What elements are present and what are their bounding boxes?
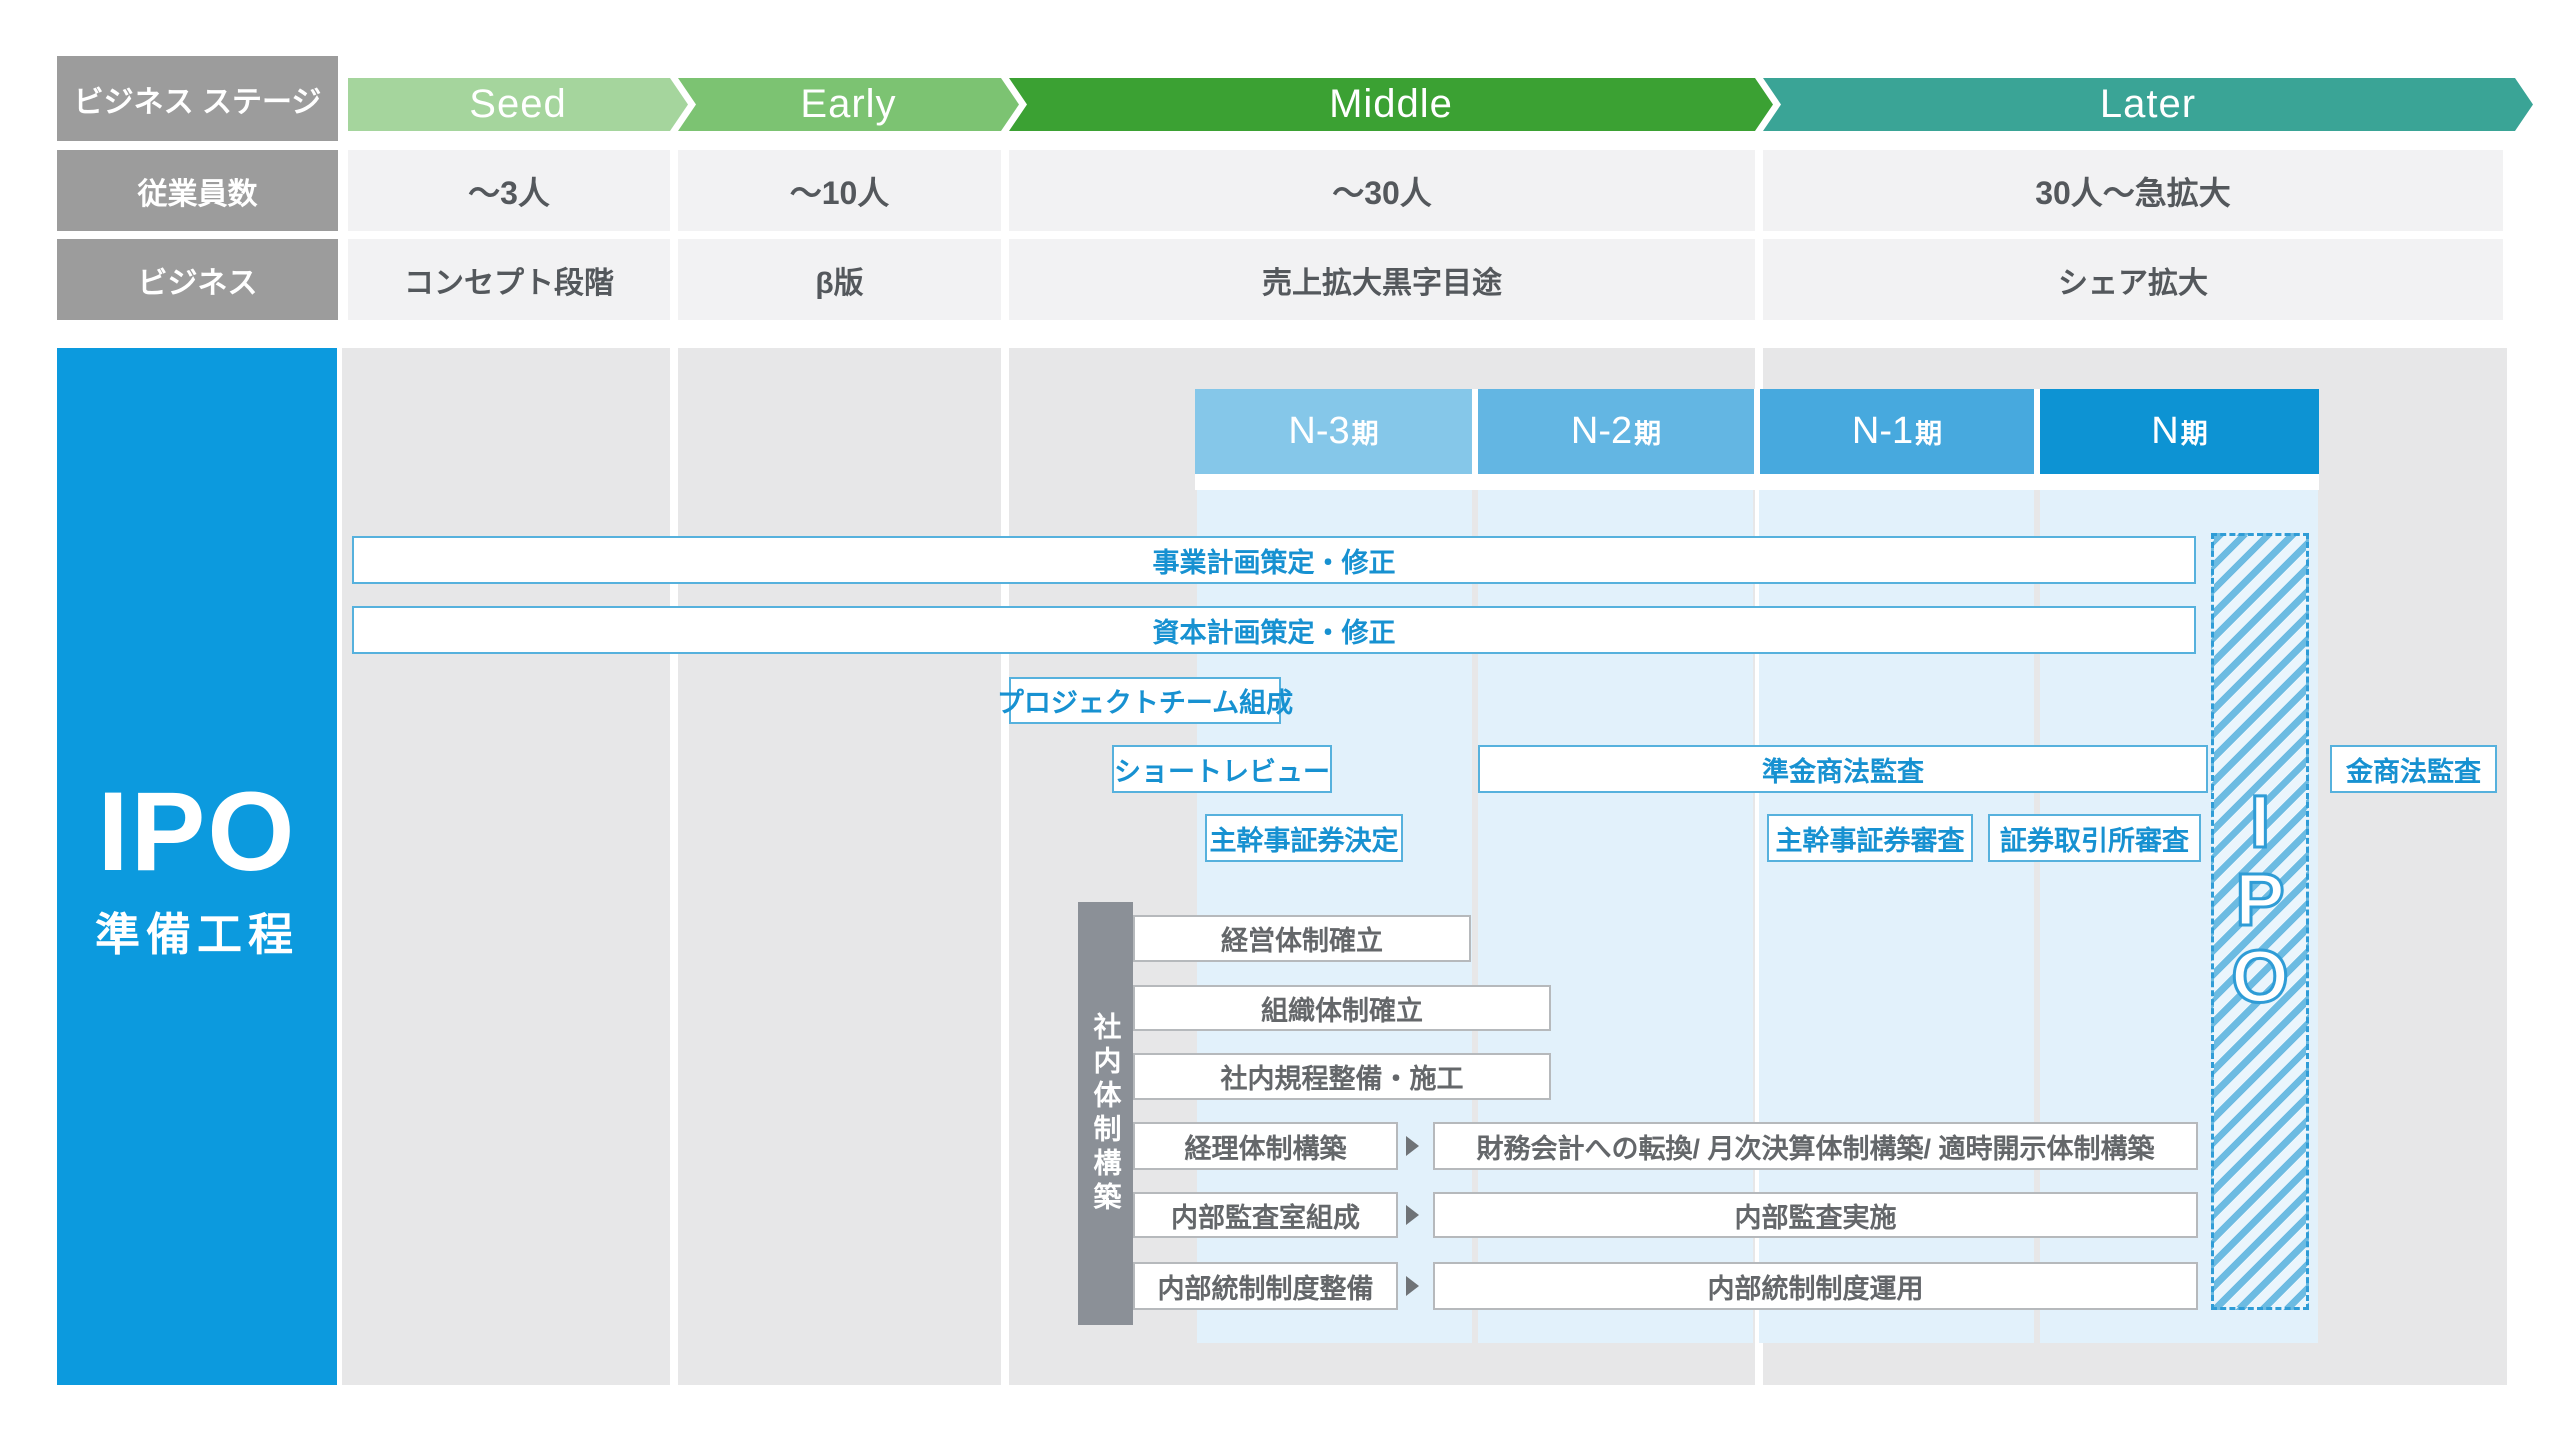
flow-arrow-icon: [1406, 1276, 1419, 1296]
row-label-employees: 従業員数: [57, 150, 338, 231]
period-n: N-1: [1852, 410, 1913, 453]
stage-label: Seed: [469, 82, 566, 127]
task-label: 主幹事証券審査: [1776, 819, 1965, 858]
task-label: 資本計画策定・修正: [1153, 611, 1396, 650]
employees-cell-seed: ～3人: [348, 150, 670, 231]
stage-segment-seed: Seed: [348, 78, 688, 131]
task-lead-underwriter-review: 主幹事証券審査: [1767, 814, 1973, 862]
task-label: 社内規程整備・施工: [1221, 1057, 1464, 1096]
employees-value: ～30人: [1332, 168, 1432, 214]
period-suffix: 期: [1915, 412, 1942, 451]
task-financial-accounting: 財務会計への転換/ 月次決算体制構築/ 適時開示体制構築: [1433, 1122, 2198, 1170]
business-value: 売上拡大黒字目途: [1262, 258, 1502, 302]
row-label-business: ビジネス: [57, 239, 338, 320]
ipo-milestone-bar: I P O: [2211, 533, 2309, 1310]
stage-label: Later: [2100, 82, 2196, 127]
ipo-letter-p: P: [2235, 861, 2284, 939]
task-internal-control-operation: 内部統制制度運用: [1433, 1262, 2198, 1310]
task-business-plan: 事業計画策定・修正: [352, 536, 2196, 584]
business-value: β版: [815, 258, 863, 302]
business-cell-middle: 売上拡大黒字目途: [1009, 239, 1755, 320]
ipo-process-panel: IPO 準備工程: [57, 348, 337, 1385]
task-exchange-review: 証券取引所審査: [1988, 814, 2201, 862]
task-label: 内部監査室組成: [1171, 1196, 1360, 1235]
task-fiea-audit: 金商法監査: [2330, 745, 2497, 793]
ipo-letter-i: I: [2250, 783, 2271, 861]
business-cell-later: シェア拡大: [1763, 239, 2503, 320]
task-lead-underwriter-decision: 主幹事証券決定: [1205, 814, 1403, 862]
task-short-review: ショートレビュー: [1112, 745, 1332, 793]
task-label: 内部統制制度整備: [1158, 1267, 1374, 1306]
period-header-n2: N-2期: [1478, 389, 1754, 474]
period-header-n1: N-1期: [1760, 389, 2034, 474]
task-label: 組織体制確立: [1261, 989, 1423, 1028]
flow-arrow-icon: [1406, 1205, 1419, 1225]
employees-cell-later: 30人～急拡大: [1763, 150, 2503, 231]
task-label: 財務会計への転換/ 月次決算体制構築/ 適時開示体制構築: [1476, 1127, 2154, 1166]
task-label: 準金商法監査: [1762, 750, 1924, 789]
business-value: シェア拡大: [2058, 258, 2208, 302]
period-n: N-3: [1288, 410, 1349, 453]
task-internal-rules: 社内規程整備・施工: [1133, 1053, 1551, 1100]
task-label: 経営体制確立: [1221, 919, 1383, 958]
task-label: 事業計画策定・修正: [1153, 541, 1396, 580]
period-suffix: 期: [1352, 412, 1379, 451]
ipo-letter-o: O: [2231, 938, 2289, 1016]
employees-value: ～3人: [468, 168, 550, 214]
task-label: プロジェクトチーム組成: [997, 681, 1293, 720]
task-label: 内部監査実施: [1735, 1196, 1897, 1235]
task-management-structure: 経営体制確立: [1133, 915, 1471, 962]
row-label-text: 従業員数: [138, 169, 258, 213]
task-accounting-structure: 経理体制構築: [1133, 1122, 1398, 1170]
period-n: N: [2151, 410, 2178, 453]
row-label-text: ビジネス ステージ: [74, 77, 322, 121]
task-internal-audit-execution: 内部監査実施: [1433, 1192, 2198, 1238]
ipo-roadmap-diagram: ビジネス ステージ 従業員数 ビジネス Seed Early Middle La…: [0, 0, 2560, 1440]
period-header-n: N期: [2040, 389, 2319, 474]
task-capital-plan: 資本計画策定・修正: [352, 606, 2196, 654]
employees-cell-middle: ～30人: [1009, 150, 1755, 231]
task-label: 証券取引所審査: [2000, 819, 2189, 858]
task-label: 金商法監査: [2346, 750, 2481, 789]
column-separator: [1001, 348, 1009, 1385]
business-cell-early: β版: [678, 239, 1001, 320]
period-suffix: 期: [2181, 412, 2208, 451]
row-label-text: ビジネス: [138, 258, 258, 302]
internal-group-label: 社内体制構築: [1086, 1012, 1126, 1216]
stage-label: Early: [800, 82, 896, 127]
task-internal-control-setup: 内部統制制度整備: [1133, 1262, 1398, 1310]
stage-segment-later: Later: [1763, 78, 2533, 131]
stage-segment-early: Early: [678, 78, 1019, 131]
business-cell-seed: コンセプト段階: [348, 239, 670, 320]
period-suffix: 期: [1634, 412, 1661, 451]
task-label: 主幹事証券決定: [1210, 819, 1399, 858]
task-label: ショートレビュー: [1114, 750, 1330, 789]
business-value: コンセプト段階: [404, 258, 614, 302]
task-label: 経理体制構築: [1185, 1127, 1347, 1166]
ipo-panel-subtitle: 準備工程: [57, 898, 337, 963]
task-pre-fiea-audit: 準金商法監査: [1478, 745, 2208, 793]
ipo-panel-title: IPO: [57, 776, 337, 888]
task-label: 内部統制制度運用: [1708, 1267, 1924, 1306]
stage-label: Middle: [1329, 82, 1453, 127]
employees-value: ～10人: [790, 168, 890, 214]
task-organization-structure: 組織体制確立: [1133, 985, 1551, 1031]
row-label-business-stage: ビジネス ステージ: [57, 56, 338, 141]
internal-group-bar: 社内体制構築: [1078, 902, 1133, 1325]
stage-segment-middle: Middle: [1009, 78, 1773, 131]
column-separator: [670, 348, 678, 1385]
task-internal-audit-office: 内部監査室組成: [1133, 1192, 1398, 1238]
period-n: N-2: [1571, 410, 1632, 453]
employees-value: 30人～急拡大: [2035, 168, 2231, 214]
task-project-team: プロジェクトチーム組成: [1009, 677, 1281, 724]
employees-cell-early: ～10人: [678, 150, 1001, 231]
period-header-n3: N-3期: [1195, 389, 1472, 474]
flow-arrow-icon: [1406, 1136, 1419, 1156]
